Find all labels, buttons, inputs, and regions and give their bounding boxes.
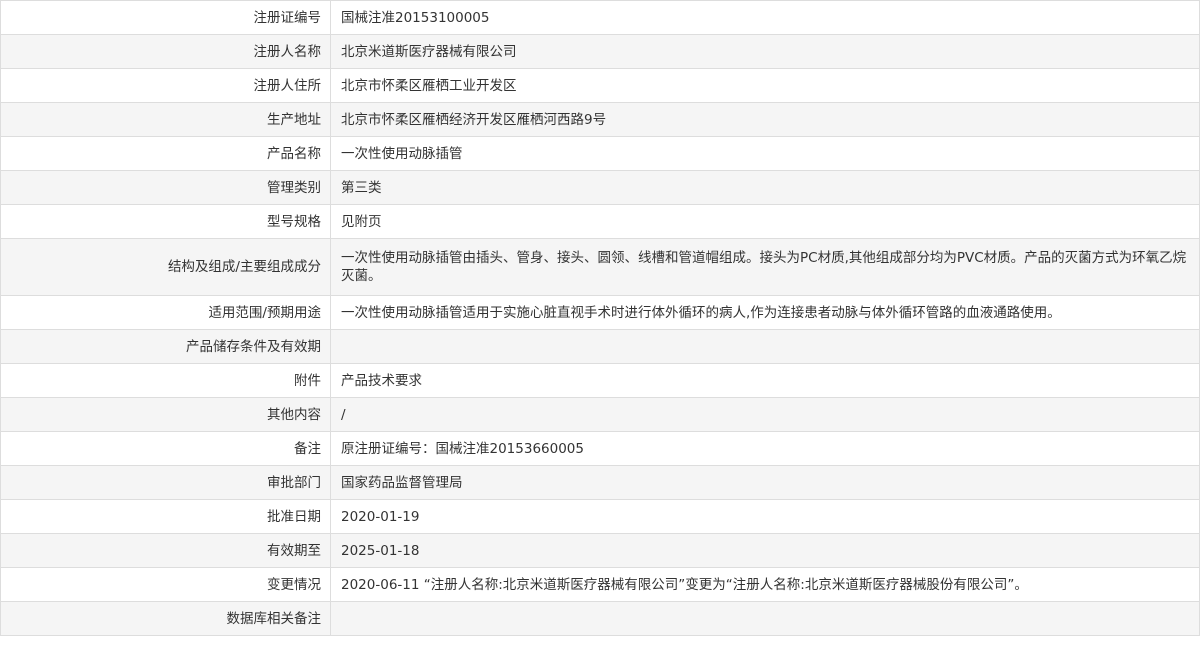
registration-detail-table: 注册证编号 国械注准20153100005 注册人名称 北京米道斯医疗器械有限公…: [0, 0, 1200, 636]
table-row-approval-date: 批准日期 2020-01-19: [0, 499, 1200, 534]
field-label: 批准日期: [0, 499, 331, 534]
field-value: 2020-06-11 “注册人名称:北京米道斯医疗器械有限公司”变更为“注册人名…: [330, 567, 1200, 602]
table-row-remarks: 备注 原注册证编号：国械注准20153660005: [0, 431, 1200, 466]
field-value: 2025-01-18: [330, 533, 1200, 568]
table-row-intended-use: 适用范围/预期用途 一次性使用动脉插管适用于实施心脏直视手术时进行体外循环的病人…: [0, 295, 1200, 330]
field-value: 国家药品监督管理局: [330, 465, 1200, 500]
field-label: 有效期至: [0, 533, 331, 568]
field-label: 管理类别: [0, 170, 331, 205]
field-label: 适用范围/预期用途: [0, 295, 331, 330]
field-value: 北京市怀柔区雁栖经济开发区雁栖河西路9号: [330, 102, 1200, 137]
field-value: 北京市怀柔区雁栖工业开发区: [330, 68, 1200, 103]
field-label: 型号规格: [0, 204, 331, 239]
table-row-storage-validity: 产品储存条件及有效期: [0, 329, 1200, 364]
field-value: 见附页: [330, 204, 1200, 239]
field-label: 备注: [0, 431, 331, 466]
table-row-approval-department: 审批部门 国家药品监督管理局: [0, 465, 1200, 500]
table-row-management-class: 管理类别 第三类: [0, 170, 1200, 205]
field-value: 一次性使用动脉插管适用于实施心脏直视手术时进行体外循环的病人,作为连接患者动脉与…: [330, 295, 1200, 330]
field-label: 注册人住所: [0, 68, 331, 103]
field-value: [330, 601, 1200, 636]
field-label: 生产地址: [0, 102, 331, 137]
table-row-registration-number: 注册证编号 国械注准20153100005: [0, 0, 1200, 35]
field-value: [330, 329, 1200, 364]
table-row-valid-until: 有效期至 2025-01-18: [0, 533, 1200, 568]
table-row-change-history: 变更情况 2020-06-11 “注册人名称:北京米道斯医疗器械有限公司”变更为…: [0, 567, 1200, 602]
table-row-model-spec: 型号规格 见附页: [0, 204, 1200, 239]
field-label: 注册证编号: [0, 0, 331, 35]
table-row-production-address: 生产地址 北京市怀柔区雁栖经济开发区雁栖河西路9号: [0, 102, 1200, 137]
table-row-other-content: 其他内容 /: [0, 397, 1200, 432]
field-label: 附件: [0, 363, 331, 398]
field-value: 一次性使用动脉插管: [330, 136, 1200, 171]
field-value: 第三类: [330, 170, 1200, 205]
field-value: 产品技术要求: [330, 363, 1200, 398]
field-value: 北京米道斯医疗器械有限公司: [330, 34, 1200, 69]
table-row-registrant-address: 注册人住所 北京市怀柔区雁栖工业开发区: [0, 68, 1200, 103]
field-label: 变更情况: [0, 567, 331, 602]
field-value: 原注册证编号：国械注准20153660005: [330, 431, 1200, 466]
field-value: /: [330, 397, 1200, 432]
field-value: 2020-01-19: [330, 499, 1200, 534]
field-label: 数据库相关备注: [0, 601, 331, 636]
field-label: 其他内容: [0, 397, 331, 432]
table-row-registrant-name: 注册人名称 北京米道斯医疗器械有限公司: [0, 34, 1200, 69]
table-row-structure-composition: 结构及组成/主要组成成分 一次性使用动脉插管由插头、管身、接头、圆领、线槽和管道…: [0, 238, 1200, 296]
field-label: 产品储存条件及有效期: [0, 329, 331, 364]
table-row-attachment: 附件 产品技术要求: [0, 363, 1200, 398]
field-value: 一次性使用动脉插管由插头、管身、接头、圆领、线槽和管道帽组成。接头为PC材质,其…: [330, 238, 1200, 296]
field-value: 国械注准20153100005: [330, 0, 1200, 35]
table-row-database-remarks: 数据库相关备注: [0, 601, 1200, 636]
field-label: 结构及组成/主要组成成分: [0, 238, 331, 296]
field-label: 审批部门: [0, 465, 331, 500]
table-row-product-name: 产品名称 一次性使用动脉插管: [0, 136, 1200, 171]
field-label: 注册人名称: [0, 34, 331, 69]
field-label: 产品名称: [0, 136, 331, 171]
